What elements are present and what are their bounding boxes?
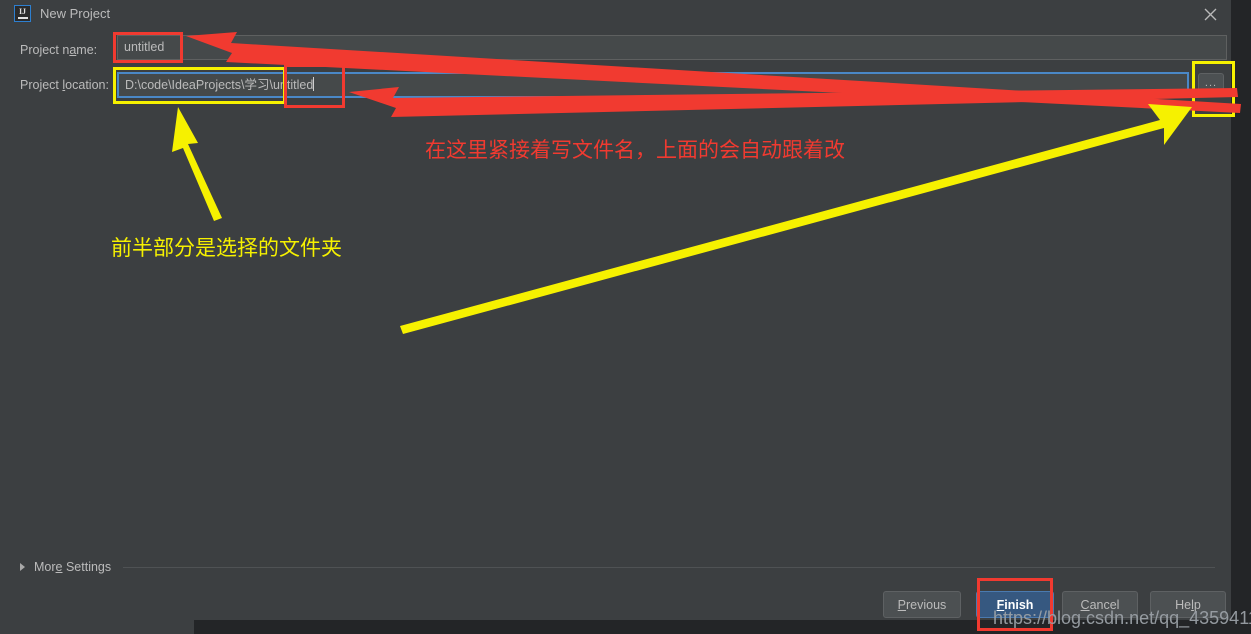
close-icon[interactable] xyxy=(1189,0,1231,28)
previous-button[interactable]: Previous xyxy=(883,591,961,618)
project-name-label: Project name: xyxy=(20,43,98,57)
window-title: New Project xyxy=(40,6,111,21)
more-settings-label: More Settings xyxy=(34,560,112,574)
section-divider xyxy=(123,566,1215,568)
new-project-dialog: IJ New Project Project name: untitled Pr… xyxy=(0,0,1231,620)
app-icon-letters: IJ xyxy=(18,7,27,16)
project-name-input[interactable]: untitled xyxy=(117,35,1227,60)
watermark: https://blog.csdn.net/qq_43594119 xyxy=(993,608,1251,628)
browse-button-label: ... xyxy=(1204,76,1218,89)
desktop-taskbar-strip xyxy=(0,620,194,634)
chevron-right-icon xyxy=(20,563,25,571)
more-settings-toggle[interactable]: More Settings xyxy=(20,558,1215,576)
dialog-titlebar: IJ New Project xyxy=(0,0,1231,28)
project-location-value: D:\code\IdeaProjects\学习\untitled xyxy=(125,78,314,92)
project-location-label: Project location: xyxy=(20,78,109,92)
browse-folder-button[interactable]: ... xyxy=(1198,73,1224,97)
app-icon-underline xyxy=(17,17,28,19)
project-name-value: untitled xyxy=(124,40,165,54)
text-caret xyxy=(313,77,315,91)
intellij-idea-icon: IJ xyxy=(14,5,31,22)
project-location-input[interactable]: D:\code\IdeaProjects\学习\untitled xyxy=(117,72,1189,98)
